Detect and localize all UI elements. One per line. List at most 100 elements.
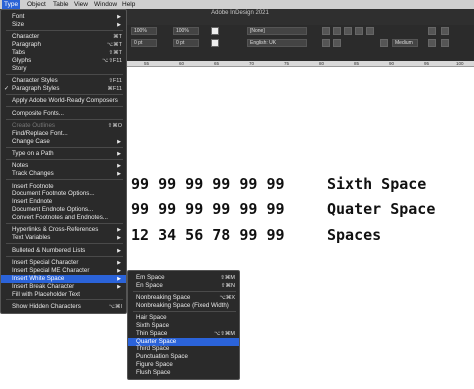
menu-item-nonbreaking-space-fixed-width[interactable]: Nonbreaking Space (Fixed Width) [128,302,239,310]
doc-line-numbers[interactable]: 99 99 99 99 99 99 [131,175,285,193]
menu-item-bulleted-numbered-lists[interactable]: Bulleted & Numbered Lists ▶ [1,247,126,255]
menu-item-insert-endnote[interactable]: Insert Endnote [1,198,126,206]
menu-item-third-space[interactable]: Third Space [128,345,239,353]
menu-item-glyphs[interactable]: Glyphs ⌥⇧F11 [1,57,126,65]
menu-separator [6,73,123,75]
menu-item-label: Glyphs [12,56,32,64]
menu-item-nonbreaking-space[interactable]: Nonbreaking Space ⌥⌘X [128,294,239,302]
menu-item-hyperlinks-cross-references[interactable]: Hyperlinks & Cross-References ▶ [1,226,126,234]
menu-item-label: Thin Space [136,329,168,337]
menu-item-text-variables[interactable]: Text Variables ▶ [1,234,126,242]
menu-item-track-changes[interactable]: Track Changes ▶ [1,170,126,178]
menu-item-em-space[interactable]: Em Space ⇧⌘M [128,274,239,282]
ruler-tick: 80 [319,61,325,66]
ruler-tick: 65 [214,61,220,66]
menu-item-insert-special-me-character[interactable]: Insert Special ME Character ▶ [1,267,126,275]
align-right-icon[interactable] [344,27,352,35]
menu-item-notes[interactable]: Notes ▶ [1,162,126,170]
menu-item-apply-adobe-world-ready-composers[interactable]: Apply Adobe World-Ready Composers [1,97,126,105]
menu-item-insert-special-character[interactable]: Insert Special Character ▶ [1,259,126,267]
menu-bar: Type Object Table View Window Help [0,0,474,9]
submenu-arrow-icon: ▶ [117,14,121,20]
menu-item-show-hidden-characters[interactable]: Show Hidden Characters ⌥⌘I [1,303,126,311]
menu-item-type-on-a-path[interactable]: Type on a Path ▶ [1,150,126,158]
menu-item-label: Composite Fonts... [12,109,64,117]
language-field[interactable]: English: UK [247,39,307,47]
scale-field[interactable]: 100% [173,27,199,35]
menu-item-size[interactable]: Size ▶ [1,21,126,29]
menu-item-change-case[interactable]: Change Case ▶ [1,138,126,146]
menu-separator [6,223,123,224]
menu-item-punctuation-space[interactable]: Punctuation Space [128,353,239,361]
pilcrow-icon[interactable] [380,39,388,47]
menu-view[interactable]: View [72,0,90,9]
menu-item-document-footnote-options[interactable]: Document Footnote Options... [1,190,126,198]
grid-icon[interactable] [428,39,436,47]
weight-field[interactable]: Medium [392,39,418,47]
ruler-tick: 75 [284,61,290,66]
doc-line-label[interactable]: Quater Space [327,200,435,218]
menu-object[interactable]: Object [25,0,48,9]
menu-item-thin-space[interactable]: Thin Space ⌥⇧⌘M [128,330,239,338]
menu-item-label: Size [12,20,25,28]
doc-line-numbers[interactable]: 12 34 56 78 99 99 [131,226,285,244]
align-left-icon[interactable] [322,27,330,35]
menu-item-document-endnote-options[interactable]: Document Endnote Options... [1,206,126,214]
menu-item-tabs[interactable]: Tabs ⇧⌘T [1,49,126,57]
menu-item-insert-break-character[interactable]: Insert Break Character ▶ [1,283,126,291]
justify-icon[interactable] [355,27,363,35]
menu-item-label: Sixth Space [136,322,170,329]
justify-all-icon[interactable] [366,27,374,35]
menu-window[interactable]: Window [92,0,119,9]
outdent-icon[interactable] [333,39,341,47]
columns-icon[interactable] [428,27,436,35]
menu-item-paragraph-styles[interactable]: Paragraph Styles ✓ ⌘F11 [1,85,126,93]
numbering-icon[interactable] [441,39,449,47]
align-center-icon[interactable] [333,27,341,35]
ruler-tick: 55 [144,61,150,66]
menu-table[interactable]: Table [51,0,71,9]
menu-item-character-styles[interactable]: Character Styles ⇧F11 [1,77,126,85]
menu-item-sixth-space[interactable]: Sixth Space [128,322,239,330]
indent-icon[interactable] [322,39,330,47]
menu-type[interactable]: Type [2,0,21,9]
menu-item-find-replace-font[interactable]: Find/Replace Font... [1,130,126,138]
stroke-color-icon[interactable] [211,39,219,47]
ruler-tick: 95 [424,61,430,66]
menu-separator [133,290,236,292]
doc-line-label[interactable]: Spaces [327,226,381,244]
menu-item-composite-fonts[interactable]: Composite Fonts... [1,110,126,118]
doc-line-label[interactable]: Sixth Space [327,175,426,193]
menu-item-character[interactable]: Character ⌘T [1,33,126,41]
tracking-field[interactable]: 0 pt [131,39,157,47]
menu-item-label: Change Case [12,137,50,145]
menu-item-insert-white-space[interactable]: Insert White Space ▶ [1,274,126,283]
menu-item-paragraph[interactable]: Paragraph ⌥⌘T [1,41,126,49]
menu-item-figure-space[interactable]: Figure Space [128,361,239,369]
menu-item-label: Type on a Path [12,150,54,157]
menu-item-convert-footnotes-and-endnotes[interactable]: Convert Footnotes and Endnotes... [1,214,126,222]
menu-item-label: Hair Space [136,314,167,322]
ruler-tick: 60 [179,61,185,66]
menu-item-label: Character [12,33,40,41]
menu-item-font[interactable]: Font ▶ [1,13,126,21]
bullets-icon[interactable] [441,27,449,35]
menu-item-en-space[interactable]: En Space ⇧⌘N [128,282,239,290]
zoom-field[interactable]: 100% [131,27,157,35]
doc-line-numbers[interactable]: 99 99 99 99 99 99 [131,200,285,218]
menu-item-story[interactable]: Story [1,65,126,73]
menu-item-label: Insert Endnote [12,198,53,206]
character-style-field[interactable]: [None] [247,27,307,35]
menu-item-quarter-space[interactable]: Quarter Space [128,337,239,346]
skew-field[interactable]: 0 pt [173,39,199,47]
menu-item-hair-space[interactable]: Hair Space [128,314,239,322]
menu-help[interactable]: Help [120,0,137,9]
app-title: Adobe InDesign 2021 [211,10,269,16]
menu-item-label: Character Styles [12,77,58,85]
text-color-icon[interactable] [211,27,219,35]
menu-item-insert-footnote[interactable]: Insert Footnote [1,183,126,191]
menu-item-flush-space[interactable]: Flush Space [128,369,239,377]
ruler-tick: 70 [249,61,255,66]
menu-item-fill-with-placeholder-text[interactable]: Fill with Placeholder Text [1,291,126,299]
menu-item-label: Document Footnote Options... [12,190,95,198]
